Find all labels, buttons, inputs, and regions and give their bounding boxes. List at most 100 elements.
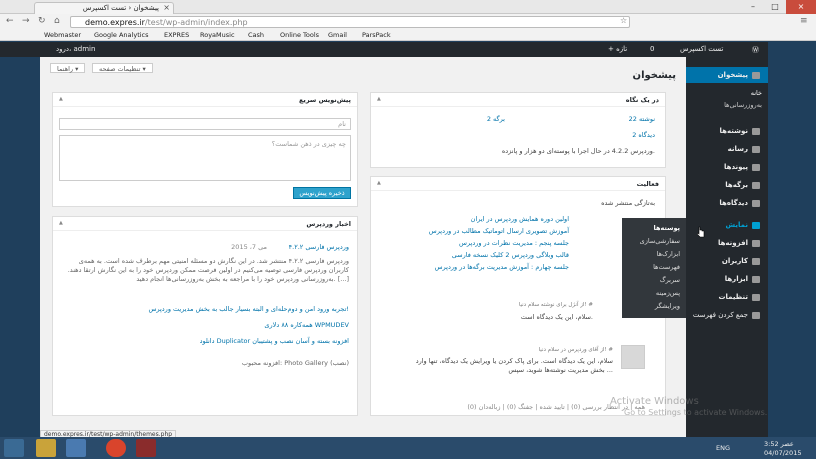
- submenu-home[interactable]: خانه: [751, 89, 762, 97]
- glance-pages[interactable]: 2 برگه: [487, 115, 505, 123]
- bookmark-3[interactable]: RoyaMusic: [200, 31, 235, 39]
- toggle-icon[interactable]: ▲: [377, 96, 381, 102]
- comments-count[interactable]: 0: [650, 45, 654, 53]
- news-link-2[interactable]: همه‌کاره ۸۸ دلاری WPMUDEV: [264, 321, 349, 329]
- flyout-menus[interactable]: فهرست‌ها: [653, 263, 680, 271]
- appearance-flyout-menu: پوسته‌ها سفارشی‌سازی ابزارک‌ها فهرست‌ها …: [622, 218, 686, 318]
- draft-content-textarea[interactable]: چه چیزی در ذهن شماست؟: [59, 135, 351, 181]
- menu-pages[interactable]: برگه‌ها: [725, 181, 760, 189]
- bookmark-star-icon[interactable]: ☆: [620, 16, 627, 25]
- at-a-glance-widget: در یک نگاه ▲ 22 نوشته 2 برگه 2 دیدگاه ورد…: [370, 92, 666, 168]
- menu-links[interactable]: پیوندها: [724, 163, 760, 171]
- language-indicator[interactable]: ENG: [716, 444, 730, 452]
- menu-label: برگه‌ها: [725, 181, 748, 189]
- activate-windows-subtitle: Go to Settings to activate Windows.: [624, 408, 768, 417]
- link-icon: [752, 163, 760, 171]
- menu-appearance[interactable]: نمایش: [726, 221, 760, 229]
- back-icon[interactable]: ←: [6, 16, 14, 26]
- menu-media[interactable]: رسانه: [728, 145, 760, 153]
- wordpress-news-widget: اخبار وردپرس ▲ وردپرس فارسی ۴.۲.۲ می 7، 2…: [52, 216, 358, 416]
- news-body: وردپرس فارسی ۴.۲.۲ منتشر شد. در این نگار…: [67, 257, 349, 283]
- activity-post-2[interactable]: جلسه پنجم : مدیریت نظرات در وردپرس: [459, 239, 569, 247]
- site-name-link[interactable]: تست اکسپرس: [680, 45, 723, 53]
- menu-tools[interactable]: ابزارها: [725, 275, 760, 283]
- comment-text: سلام، این یک دیدگاه است. برای پاک کردن ی…: [415, 357, 613, 374]
- new-content-link[interactable]: + تازه: [608, 45, 627, 53]
- windows-taskbar: ENG 3:52 عصر 04/07/2015: [0, 437, 816, 459]
- submenu-updates[interactable]: به‌روزرسانی‌ها: [724, 101, 762, 109]
- flyout-header[interactable]: سربرگ: [660, 276, 680, 284]
- start-button[interactable]: [4, 439, 24, 457]
- wordpress-logo-icon[interactable]: Ⓦ: [752, 45, 759, 55]
- popular-plugin[interactable]: افزونه محبوب: Photo Gallery (نصب): [242, 359, 349, 367]
- bookmark-0[interactable]: Webmaster: [44, 31, 81, 39]
- menu-label: افزونه‌ها: [717, 239, 748, 247]
- draft-title-input[interactable]: نام: [59, 118, 351, 130]
- bookmark-2[interactable]: EXPRES: [164, 31, 189, 39]
- news-link-3[interactable]: دانلود Duplicator افزونه بسته و آسان نصب…: [200, 337, 349, 345]
- bookmark-1[interactable]: Google Analytics: [94, 31, 149, 39]
- admin-sidebar: پیشخوان خانه به‌روزرسانی‌ها نوشته‌ها رسا…: [686, 57, 768, 437]
- toggle-icon[interactable]: ▲: [59, 220, 63, 226]
- home-icon[interactable]: ⌂: [54, 16, 60, 26]
- menu-settings[interactable]: تنظیمات: [718, 293, 760, 301]
- flyout-customize[interactable]: سفارشی‌سازی: [640, 237, 680, 245]
- brush-icon: [752, 221, 760, 229]
- url-path: /test/wp-admin/index.php: [144, 18, 248, 27]
- media-icon: [752, 145, 760, 153]
- news-date: می 7، 2015: [231, 243, 267, 251]
- news-headline[interactable]: وردپرس فارسی ۴.۲.۲: [289, 243, 349, 251]
- bookmark-6[interactable]: Gmail: [328, 31, 347, 39]
- bookmark-7[interactable]: ParsPack: [362, 31, 391, 39]
- flyout-background[interactable]: پس‌زمینه: [656, 289, 680, 297]
- menu-users[interactable]: کاربران: [722, 257, 760, 265]
- toggle-icon[interactable]: ▲: [377, 180, 381, 186]
- tab-title: پیشخوان ‹ تست اکسپرس: [82, 4, 159, 12]
- flyout-themes[interactable]: پوسته‌ها: [654, 224, 680, 232]
- file-explorer-icon[interactable]: [36, 439, 56, 457]
- flyout-widgets[interactable]: ابزارک‌ها: [657, 250, 680, 258]
- activity-post-1[interactable]: آموزش تصویری ارسال اتوماتیک مطالب در ورد…: [429, 227, 569, 235]
- bookmark-4[interactable]: Cash: [248, 31, 264, 39]
- comment-meta: از آقای وردپرس در سلام دنیا! #: [538, 347, 613, 353]
- reload-icon[interactable]: ↻: [38, 16, 46, 26]
- screen-recorder-icon[interactable]: [136, 439, 156, 457]
- menu-comments[interactable]: دیدگاه‌ها: [719, 199, 760, 207]
- save-draft-button[interactable]: ذخیره پیش‌نویس: [293, 187, 351, 199]
- media-player-icon[interactable]: [66, 439, 86, 457]
- menu-plugins[interactable]: افزونه‌ها: [718, 239, 760, 247]
- flyout-editor[interactable]: ویرایشگر: [655, 302, 680, 310]
- toggle-icon[interactable]: ▲: [59, 96, 63, 102]
- collapse-menu[interactable]: جمع کردن فهرست: [693, 311, 760, 319]
- close-tab-icon[interactable]: ×: [163, 3, 170, 12]
- address-bar-area: ← → ↻ ⌂ demo.expres.ir/test/wp-admin/ind…: [0, 14, 816, 30]
- glance-posts[interactable]: 22 نوشته: [629, 115, 655, 123]
- browser-tab[interactable]: پیشخوان ‹ تست اکسپرس ×: [34, 2, 174, 14]
- activity-post-3[interactable]: قالب وبلاگی وردپرس 2 کلیک نسخه فارسی: [452, 251, 569, 259]
- menu-dashboard[interactable]: پیشخوان: [686, 67, 768, 83]
- comment-icon: [752, 199, 760, 207]
- menu-label: نوشته‌ها: [719, 127, 749, 135]
- url-input[interactable]: demo.expres.ir/test/wp-admin/index.php: [70, 16, 630, 28]
- activity-post-0[interactable]: اولین دوره همایش وردپرس در ایران: [471, 215, 569, 223]
- bookmark-5[interactable]: Online Tools: [280, 31, 319, 39]
- user-icon: [752, 257, 760, 265]
- help-button[interactable]: راهنما ▾: [50, 63, 86, 73]
- chrome-icon[interactable]: [106, 439, 126, 457]
- glance-comments[interactable]: 2 دیدگاه: [632, 131, 655, 139]
- page-icon: [752, 181, 760, 189]
- maximize-icon[interactable]: □: [764, 0, 786, 14]
- user-greeting[interactable]: درود، admin: [56, 45, 95, 53]
- close-window-icon[interactable]: ×: [786, 0, 816, 14]
- wp-admin-bar: درود، admin + تازه 0 تست اکسپرس Ⓦ: [0, 42, 768, 57]
- screen-options-button[interactable]: تنظیمات صفحه ▾: [92, 63, 153, 73]
- minimize-icon[interactable]: –: [742, 0, 764, 14]
- menu-icon[interactable]: ≡: [800, 16, 808, 26]
- news-link-1[interactable]: تجربه ورود امن و دوم‌حله‌ای و البته بسیا…: [148, 305, 349, 313]
- menu-label: تنظیمات: [718, 293, 748, 301]
- quick-draft-widget: پیش‌نویس سریع ▲ نام چه چیزی در ذهن شماست؟…: [52, 92, 358, 207]
- forward-icon[interactable]: →: [22, 16, 30, 26]
- activity-post-4[interactable]: جلسه چهارم : آموزش مدیریت برگه‌ها در ورد…: [435, 263, 569, 271]
- pin-icon: [752, 127, 760, 135]
- menu-posts[interactable]: نوشته‌ها: [719, 127, 760, 135]
